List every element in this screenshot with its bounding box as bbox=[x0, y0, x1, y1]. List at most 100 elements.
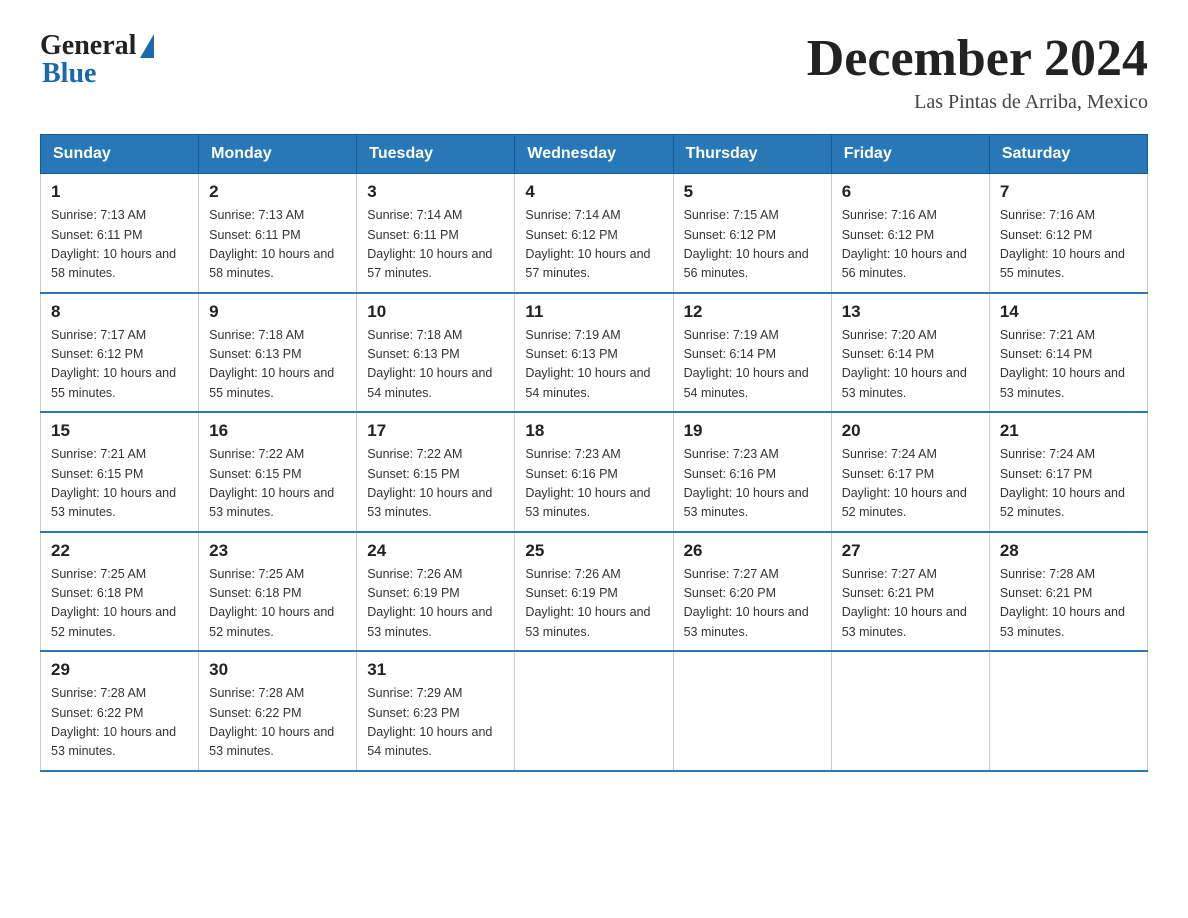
day-info: Sunrise: 7:19 AMSunset: 6:13 PMDaylight:… bbox=[525, 326, 662, 404]
calendar-day-cell: 31Sunrise: 7:29 AMSunset: 6:23 PMDayligh… bbox=[357, 651, 515, 771]
day-info: Sunrise: 7:27 AMSunset: 6:20 PMDaylight:… bbox=[684, 565, 821, 643]
logo-blue-text: Blue bbox=[42, 58, 96, 90]
day-number: 24 bbox=[367, 541, 504, 561]
calendar-week-row: 15 Sunrise: 7:21 AMSunset: 6:15 PMDayligh… bbox=[41, 412, 1148, 532]
calendar-day-cell: 23Sunrise: 7:25 AMSunset: 6:18 PMDayligh… bbox=[199, 532, 357, 652]
calendar-header: SundayMondayTuesdayWednesdayThursdayFrid… bbox=[41, 135, 1148, 174]
day-info: Sunrise: 7:26 AMSunset: 6:19 PMDaylight:… bbox=[367, 565, 504, 643]
calendar-day-cell: 14 Sunrise: 7:21 AMSunset: 6:14 PMDayligh… bbox=[989, 293, 1147, 413]
day-info: Sunrise: 7:13 AMSunset: 6:11 PMDaylight:… bbox=[209, 206, 346, 284]
calendar-day-cell: 27 Sunrise: 7:27 AMSunset: 6:21 PMDayligh… bbox=[831, 532, 989, 652]
calendar-day-cell: 10Sunrise: 7:18 AMSunset: 6:13 PMDayligh… bbox=[357, 293, 515, 413]
day-number: 26 bbox=[684, 541, 821, 561]
logo: General Blue bbox=[40, 30, 154, 90]
calendar-week-row: 22 Sunrise: 7:25 AMSunset: 6:18 PMDayligh… bbox=[41, 532, 1148, 652]
day-number: 23 bbox=[209, 541, 346, 561]
day-number: 2 bbox=[209, 182, 346, 202]
calendar-day-cell: 9 Sunrise: 7:18 AMSunset: 6:13 PMDaylight… bbox=[199, 293, 357, 413]
day-info: Sunrise: 7:18 AMSunset: 6:13 PMDaylight:… bbox=[209, 326, 346, 404]
calendar-day-cell: 4 Sunrise: 7:14 AMSunset: 6:12 PMDaylight… bbox=[515, 174, 673, 293]
day-info: Sunrise: 7:16 AMSunset: 6:12 PMDaylight:… bbox=[842, 206, 979, 284]
day-info: Sunrise: 7:21 AMSunset: 6:14 PMDaylight:… bbox=[1000, 326, 1137, 404]
weekday-header-saturday: Saturday bbox=[989, 135, 1147, 174]
day-info: Sunrise: 7:23 AMSunset: 6:16 PMDaylight:… bbox=[525, 445, 662, 523]
calendar-day-cell: 1Sunrise: 7:13 AMSunset: 6:11 PMDaylight… bbox=[41, 174, 199, 293]
calendar-day-cell: 21Sunrise: 7:24 AMSunset: 6:17 PMDayligh… bbox=[989, 412, 1147, 532]
day-number: 6 bbox=[842, 182, 979, 202]
calendar-day-cell: 22 Sunrise: 7:25 AMSunset: 6:18 PMDayligh… bbox=[41, 532, 199, 652]
calendar-day-cell: 16 Sunrise: 7:22 AMSunset: 6:15 PMDayligh… bbox=[199, 412, 357, 532]
calendar-day-cell: 17Sunrise: 7:22 AMSunset: 6:15 PMDayligh… bbox=[357, 412, 515, 532]
calendar-table: SundayMondayTuesdayWednesdayThursdayFrid… bbox=[40, 134, 1148, 772]
calendar-day-cell: 24 Sunrise: 7:26 AMSunset: 6:19 PMDayligh… bbox=[357, 532, 515, 652]
title-area: December 2024 Las Pintas de Arriba, Mexi… bbox=[807, 30, 1148, 114]
day-number: 30 bbox=[209, 660, 346, 680]
calendar-day-cell: 25 Sunrise: 7:26 AMSunset: 6:19 PMDayligh… bbox=[515, 532, 673, 652]
calendar-day-cell: 2 Sunrise: 7:13 AMSunset: 6:11 PMDaylight… bbox=[199, 174, 357, 293]
day-number: 19 bbox=[684, 421, 821, 441]
calendar-day-cell bbox=[989, 651, 1147, 771]
day-info: Sunrise: 7:14 AMSunset: 6:12 PMDaylight:… bbox=[525, 206, 662, 284]
day-number: 27 bbox=[842, 541, 979, 561]
calendar-day-cell: 5Sunrise: 7:15 AMSunset: 6:12 PMDaylight… bbox=[673, 174, 831, 293]
day-info: Sunrise: 7:21 AMSunset: 6:15 PMDaylight:… bbox=[51, 445, 188, 523]
day-number: 13 bbox=[842, 302, 979, 322]
calendar-day-cell: 6 Sunrise: 7:16 AMSunset: 6:12 PMDaylight… bbox=[831, 174, 989, 293]
day-number: 25 bbox=[525, 541, 662, 561]
calendar-body: 1 Sunrise: 7:13 AMSunset: 6:11 PMDaylight… bbox=[41, 174, 1148, 771]
day-info: Sunrise: 7:25 AMSunset: 6:18 PMDaylight:… bbox=[51, 565, 188, 643]
day-info: Sunrise: 7:26 AMSunset: 6:19 PMDaylight:… bbox=[525, 565, 662, 643]
calendar-day-cell: 28 Sunrise: 7:28 AMSunset: 6:21 PMDayligh… bbox=[989, 532, 1147, 652]
calendar-week-row: 29 Sunrise: 7:28 AMSunset: 6:22 PMDayligh… bbox=[41, 651, 1148, 771]
day-info: Sunrise: 7:28 AMSunset: 6:22 PMDaylight:… bbox=[209, 684, 346, 762]
day-number: 9 bbox=[209, 302, 346, 322]
weekday-header-thursday: Thursday bbox=[673, 135, 831, 174]
day-number: 4 bbox=[525, 182, 662, 202]
day-info: Sunrise: 7:15 AMSunset: 6:12 PMDaylight:… bbox=[684, 206, 821, 284]
calendar-day-cell: 8 Sunrise: 7:17 AMSunset: 6:12 PMDaylight… bbox=[41, 293, 199, 413]
day-number: 10 bbox=[367, 302, 504, 322]
calendar-day-cell: 18 Sunrise: 7:23 AMSunset: 6:16 PMDayligh… bbox=[515, 412, 673, 532]
day-info: Sunrise: 7:28 AMSunset: 6:21 PMDaylight:… bbox=[1000, 565, 1137, 643]
weekday-header-sunday: Sunday bbox=[41, 135, 199, 174]
month-title: December 2024 bbox=[807, 30, 1148, 87]
day-number: 15 bbox=[51, 421, 188, 441]
location-subtitle: Las Pintas de Arriba, Mexico bbox=[807, 91, 1148, 114]
day-number: 11 bbox=[525, 302, 662, 322]
day-number: 18 bbox=[525, 421, 662, 441]
calendar-day-cell bbox=[515, 651, 673, 771]
day-number: 7 bbox=[1000, 182, 1137, 202]
day-info: Sunrise: 7:22 AMSunset: 6:15 PMDaylight:… bbox=[209, 445, 346, 523]
day-info: Sunrise: 7:17 AMSunset: 6:12 PMDaylight:… bbox=[51, 326, 188, 404]
day-info: Sunrise: 7:24 AMSunset: 6:17 PMDaylight:… bbox=[842, 445, 979, 523]
day-info: Sunrise: 7:29 AMSunset: 6:23 PMDaylight:… bbox=[367, 684, 504, 762]
day-number: 8 bbox=[51, 302, 188, 322]
day-info: Sunrise: 7:19 AMSunset: 6:14 PMDaylight:… bbox=[684, 326, 821, 404]
day-number: 12 bbox=[684, 302, 821, 322]
calendar-day-cell: 20 Sunrise: 7:24 AMSunset: 6:17 PMDayligh… bbox=[831, 412, 989, 532]
day-number: 20 bbox=[842, 421, 979, 441]
day-number: 22 bbox=[51, 541, 188, 561]
day-number: 1 bbox=[51, 182, 188, 202]
calendar-day-cell: 3Sunrise: 7:14 AMSunset: 6:11 PMDaylight… bbox=[357, 174, 515, 293]
calendar-day-cell: 15 Sunrise: 7:21 AMSunset: 6:15 PMDayligh… bbox=[41, 412, 199, 532]
logo-triangle-icon bbox=[140, 34, 154, 58]
day-info: Sunrise: 7:22 AMSunset: 6:15 PMDaylight:… bbox=[367, 445, 504, 523]
day-number: 28 bbox=[1000, 541, 1137, 561]
day-info: Sunrise: 7:27 AMSunset: 6:21 PMDaylight:… bbox=[842, 565, 979, 643]
calendar-day-cell: 26 Sunrise: 7:27 AMSunset: 6:20 PMDayligh… bbox=[673, 532, 831, 652]
day-number: 14 bbox=[1000, 302, 1137, 322]
weekday-header-row: SundayMondayTuesdayWednesdayThursdayFrid… bbox=[41, 135, 1148, 174]
day-info: Sunrise: 7:28 AMSunset: 6:22 PMDaylight:… bbox=[51, 684, 188, 762]
calendar-week-row: 8 Sunrise: 7:17 AMSunset: 6:12 PMDaylight… bbox=[41, 293, 1148, 413]
calendar-day-cell bbox=[673, 651, 831, 771]
day-number: 29 bbox=[51, 660, 188, 680]
weekday-header-monday: Monday bbox=[199, 135, 357, 174]
calendar-day-cell: 13 Sunrise: 7:20 AMSunset: 6:14 PMDayligh… bbox=[831, 293, 989, 413]
page-header: General Blue December 2024 Las Pintas de… bbox=[40, 30, 1148, 114]
day-info: Sunrise: 7:23 AMSunset: 6:16 PMDaylight:… bbox=[684, 445, 821, 523]
day-info: Sunrise: 7:20 AMSunset: 6:14 PMDaylight:… bbox=[842, 326, 979, 404]
day-number: 16 bbox=[209, 421, 346, 441]
weekday-header-wednesday: Wednesday bbox=[515, 135, 673, 174]
day-info: Sunrise: 7:24 AMSunset: 6:17 PMDaylight:… bbox=[1000, 445, 1137, 523]
